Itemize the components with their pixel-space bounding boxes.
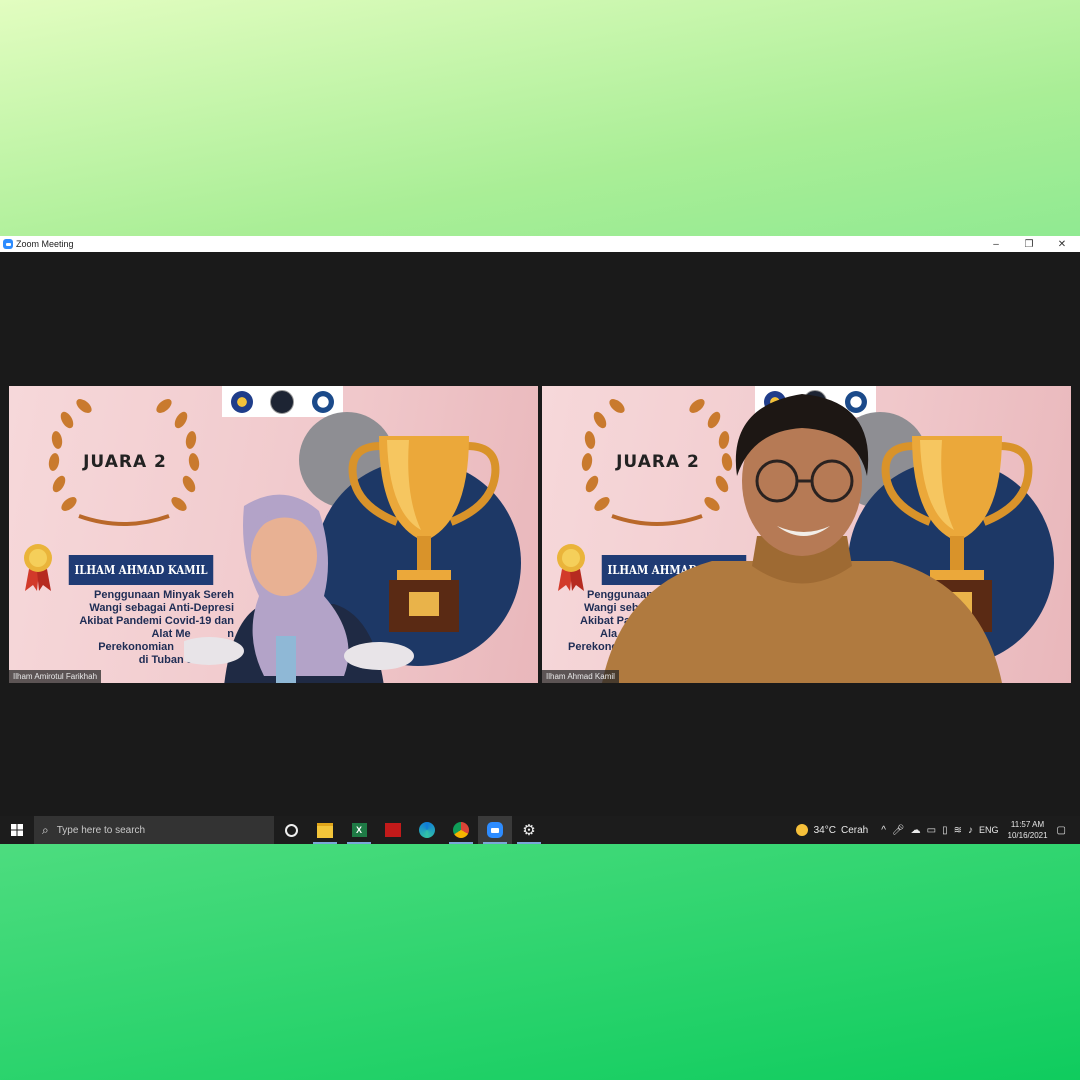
file-explorer-button[interactable] xyxy=(308,816,342,844)
active-indicator xyxy=(313,842,337,844)
device-icon[interactable]: ▯ xyxy=(942,825,948,836)
participant-video-right xyxy=(602,394,1002,683)
university-logo xyxy=(230,390,253,413)
active-indicator xyxy=(449,842,473,844)
slide-logos xyxy=(222,386,343,417)
excel-button[interactable]: X xyxy=(342,816,376,844)
chevron-up-icon[interactable]: ^ xyxy=(881,825,886,836)
volume-icon[interactable]: ♪ xyxy=(968,825,973,836)
medal-icon xyxy=(24,544,52,591)
active-indicator xyxy=(347,842,371,844)
participant-video-left xyxy=(184,494,414,683)
zoom-button[interactable] xyxy=(478,816,512,844)
window-title: Zoom Meeting xyxy=(16,239,74,249)
active-indicator xyxy=(517,842,541,844)
cloud-icon[interactable]: ☁︎ xyxy=(911,825,921,836)
video-tile-left[interactable]: JUARA 2 ILHAM AHMAD KAMIL Penggunaan Min… xyxy=(9,386,538,683)
video-gallery: JUARA 2 ILHAM AHMAD KAMIL Penggunaan Min… xyxy=(0,252,1080,816)
file-explorer-icon xyxy=(317,822,333,838)
title-bar: Zoom Meeting – ❐ ✕ xyxy=(0,236,1080,252)
participant-name-tag: Ilham Ahmad Kamil xyxy=(542,670,619,683)
edge-button[interactable] xyxy=(410,816,444,844)
edge-icon xyxy=(419,822,435,838)
close-button[interactable]: ✕ xyxy=(1047,236,1077,252)
zoom-window: Zoom Meeting – ❐ ✕ JUARA 2 ILHAM AHMAD K… xyxy=(0,236,1080,844)
weather-widget[interactable]: 34°C Cerah xyxy=(795,824,869,836)
start-button[interactable] xyxy=(0,816,34,844)
award-title: JUARA 2 xyxy=(83,452,167,472)
weather-sun-icon xyxy=(795,824,808,836)
organization-logo xyxy=(270,389,295,414)
weather-temp: 34°C xyxy=(813,824,836,836)
participant-name-tag: Ilham Amirotul Farikhah xyxy=(9,670,102,683)
restore-button[interactable]: ❐ xyxy=(1014,236,1044,252)
battery-icon[interactable]: ▭ xyxy=(927,825,936,836)
cortana-icon xyxy=(284,823,298,837)
red-app-button[interactable] xyxy=(376,816,410,844)
windows-taskbar: ⌕ Type here to search X ⚙ 34°C Cerah ^ 🎤… xyxy=(0,816,1080,844)
institution-logo xyxy=(312,390,335,413)
minimize-button[interactable]: – xyxy=(981,236,1011,252)
windows-logo-icon xyxy=(11,824,23,836)
clock-date: 10/16/2021 xyxy=(1007,831,1048,840)
red-app-icon xyxy=(385,823,401,837)
chrome-icon xyxy=(453,822,469,838)
medal-icon xyxy=(557,544,585,591)
system-tray: 34°C Cerah ^ 🎤︎ ☁︎ ▭ ▯ ≋ ♪ ENG 11:57 AM … xyxy=(795,816,1080,844)
clock-time: 11:57 AM xyxy=(1010,820,1045,829)
taskbar-clock[interactable]: 11:57 AM 10/16/2021 xyxy=(1008,819,1048,841)
microphone-icon[interactable]: 🎤︎ xyxy=(892,825,905,836)
active-indicator xyxy=(483,842,507,844)
chrome-button[interactable] xyxy=(444,816,478,844)
wifi-icon[interactable]: ≋ xyxy=(954,825,962,836)
settings-icon: ⚙ xyxy=(522,822,536,839)
excel-icon: X xyxy=(351,823,367,837)
settings-button[interactable]: ⚙ xyxy=(512,816,546,844)
weather-condition: Cerah xyxy=(840,824,869,836)
zoom-app-icon xyxy=(3,239,13,249)
notification-icon[interactable]: ▢ xyxy=(1057,825,1066,836)
search-icon: ⌕ xyxy=(42,822,49,837)
zoom-icon xyxy=(487,822,503,838)
search-placeholder: Type here to search xyxy=(56,824,146,836)
taskbar-search-box[interactable]: ⌕ Type here to search xyxy=(34,816,274,844)
language-indicator[interactable]: ENG xyxy=(979,825,999,835)
cortana-button[interactable] xyxy=(274,816,308,844)
video-tile-right[interactable]: JUARA 2 ILHAM AHMAD KAMIL Penggunaan Wan… xyxy=(542,386,1071,683)
